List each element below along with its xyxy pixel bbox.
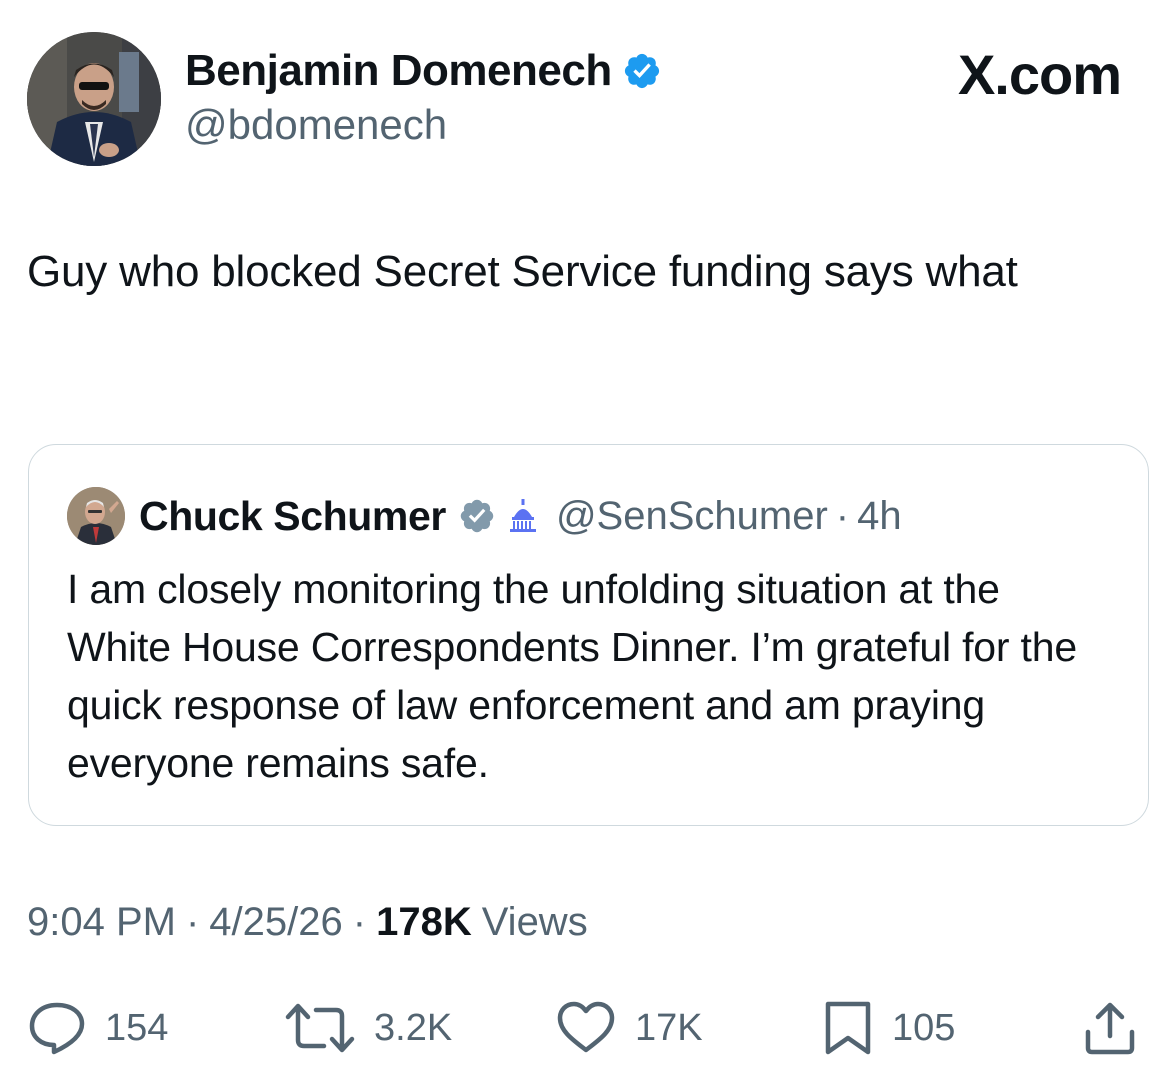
bookmark-button[interactable]: 105 [822,1000,955,1056]
author-name-text: Benjamin Domenech [185,46,612,95]
reply-count: 154 [105,1006,169,1049]
quoted-author-avatar[interactable] [67,487,125,545]
quoted-tweet-header: Chuck Schumer @SenSchumer · 4h [67,487,902,545]
quoted-tweet-time[interactable]: 4h [857,494,902,539]
author-avatar[interactable] [27,32,161,166]
tweet-text: Guy who blocked Secret Service funding s… [27,247,1018,296]
bookmark-count: 105 [892,1006,956,1049]
gray-verified-badge-icon [460,499,494,533]
author-name[interactable]: Benjamin Domenech [185,46,662,96]
separator-dot: · [835,493,850,538]
reply-icon [29,1002,85,1055]
tweet-date[interactable]: 4/25/26 [209,900,342,945]
separator-dot: · [352,900,367,944]
quoted-author-handle[interactable]: @SenSchumer [556,494,828,539]
repost-button[interactable]: 3.2K [284,1000,452,1056]
views-label: Views [481,900,588,944]
tweet-meta: 9:04 PM · 4/25/26 · 178K Views [27,900,588,945]
reply-button[interactable]: 154 [27,1000,168,1056]
x-brand-logo: X.com [957,43,1122,106]
repost-count: 3.2K [374,1006,453,1049]
verified-badge-icon [624,53,659,89]
like-count: 17K [635,1006,703,1049]
like-button[interactable]: 17K [555,1000,703,1056]
bookmark-icon [825,1001,871,1055]
share-button[interactable] [1082,1000,1138,1056]
quoted-tweet-card[interactable]: Chuck Schumer @SenSchumer · 4h I am clos… [28,444,1149,826]
separator-dot: · [185,900,200,944]
quoted-tweet-text: I am closely monitoring the unfolding si… [67,566,1077,786]
tweet-time[interactable]: 9:04 PM [27,900,176,945]
author-photo [27,32,161,166]
repost-icon [285,1003,355,1053]
author-handle[interactable]: @bdomenech [185,101,447,149]
views-count[interactable]: 178K [376,900,472,945]
capitol-icon [503,497,542,535]
heart-icon [557,1001,615,1053]
quoted-author-photo [67,487,125,545]
quoted-author-name[interactable]: Chuck Schumer [139,493,446,540]
action-bar: 154 3.2K 17K 105 [0,1000,1157,1060]
share-icon [1085,1002,1135,1055]
